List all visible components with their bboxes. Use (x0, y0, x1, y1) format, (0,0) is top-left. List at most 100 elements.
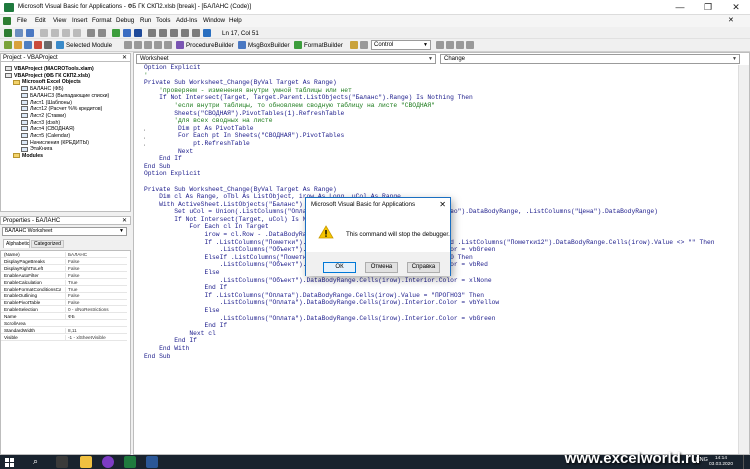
property-row[interactable]: EnableOutlining False (1, 293, 127, 300)
menu-format[interactable]: Format (89, 16, 115, 26)
menu-file[interactable]: File (14, 16, 30, 26)
tool-icon[interactable] (360, 41, 368, 49)
project-tree-item[interactable]: Лист1 (Шаблоны) (1, 100, 72, 107)
code-line[interactable]: Dim pt As PivotTable (144, 125, 744, 133)
msgbox-builder-button[interactable]: MsgBoxBuilder (248, 41, 290, 50)
property-row[interactable]: DisplayPageBreaks False (1, 258, 127, 266)
property-value[interactable]: ФБ (65, 314, 127, 321)
project-tree-item[interactable]: VBAProject (ФБ ГК СКП2.xlsb) (1, 73, 90, 80)
object-combo[interactable]: Worksheet ▼ (136, 54, 436, 64)
property-value[interactable]: False (65, 272, 127, 279)
project-tree-item[interactable]: Начисления (КРЕДИТЫ) (1, 140, 89, 147)
property-row[interactable]: Name ФБ (1, 314, 127, 321)
property-value[interactable]: -1 - xlSheetVisible (65, 334, 127, 341)
properties-object-combo[interactable]: БАЛАНС Worksheet ▼ (2, 227, 127, 236)
code-line[interactable]: If .ListColumns("Оплата").DataBodyRange.… (144, 292, 744, 300)
format-builder-button[interactable]: FormatBuilder (304, 41, 343, 50)
tool-icon[interactable] (124, 41, 132, 49)
close-window-button[interactable]: ✕ (722, 0, 750, 15)
code-line[interactable]: Next cl (144, 330, 744, 338)
tool-icon[interactable] (350, 41, 358, 49)
menu-help[interactable]: Help (226, 16, 245, 26)
property-value[interactable]: 0 - xlNoRestrictions (65, 307, 127, 314)
property-value[interactable]: False (65, 265, 127, 272)
object-browser-icon[interactable] (181, 29, 189, 37)
menu-window[interactable]: Window (200, 16, 228, 26)
menu-add-ins[interactable]: Add-Ins (173, 16, 200, 26)
tool-icon[interactable] (34, 41, 42, 49)
tool-icon[interactable] (164, 41, 172, 49)
property-row[interactable]: EnableAutoFilter False (1, 272, 127, 279)
menu-debug[interactable]: Debug (113, 16, 137, 26)
menu-edit[interactable]: Edit (32, 16, 49, 26)
windows-start-icon[interactable] (5, 458, 14, 467)
undo-icon[interactable] (87, 29, 95, 37)
property-value[interactable]: 8,11 (65, 327, 127, 334)
tool-icon[interactable] (134, 41, 142, 49)
tool-icon[interactable] (446, 41, 454, 49)
code-line[interactable]: End If (144, 284, 744, 292)
property-row[interactable]: EnableCalculation True (1, 279, 127, 286)
code-line[interactable]: 'если внутри таблицы, то обновляем сводн… (144, 102, 744, 110)
code-line[interactable]: End With (144, 345, 744, 353)
dialog-close-button[interactable]: ✕ (439, 200, 446, 209)
tab-alphabetic[interactable]: Alphabetic (3, 239, 30, 248)
project-tree-item[interactable]: Лист12 (Расчет %% кредитов) (1, 106, 102, 113)
code-line[interactable]: Else (144, 307, 744, 315)
code-line[interactable]: End If (144, 155, 744, 163)
properties-window-icon[interactable] (170, 29, 178, 37)
code-line[interactable]: Next (144, 148, 744, 156)
property-value[interactable]: БАЛАНС (65, 252, 127, 258)
procedure-combo[interactable]: Change ▼ (440, 54, 740, 64)
code-line[interactable]: If Not Intersect(Target, Target.Parent.L… (144, 94, 744, 102)
project-tree-item[interactable]: Modules (1, 153, 43, 160)
property-value[interactable]: False (65, 258, 127, 265)
help-button[interactable]: Справка (407, 262, 440, 273)
excel-taskbar-icon[interactable] (124, 456, 136, 468)
code-line[interactable]: End Sub (144, 163, 744, 171)
project-tree-item[interactable]: Лист2 (Ставки) (1, 113, 66, 120)
cancel-button[interactable]: Отмена (365, 262, 398, 273)
procedure-builder-icon[interactable] (176, 41, 184, 49)
tool-icon[interactable] (456, 41, 464, 49)
code-line[interactable]: End If (144, 322, 744, 330)
help-icon[interactable] (203, 29, 211, 37)
close-code-window-icon[interactable]: ✕ (728, 16, 734, 24)
menu-tools[interactable]: Tools (153, 16, 173, 26)
minimize-button[interactable]: — (666, 0, 694, 15)
file-explorer-icon[interactable] (80, 456, 92, 468)
code-line[interactable]: Option Explicit (144, 64, 744, 72)
project-tree-item[interactable]: Лист4 (СВОДНАЯ) (1, 126, 74, 133)
code-line[interactable]: Private Sub Worksheet_Change(ByVal Targe… (144, 186, 744, 194)
procedure-builder-button[interactable]: ProcedureBuilder (186, 41, 234, 50)
menu-view[interactable]: View (50, 16, 69, 26)
task-view-icon[interactable] (56, 456, 68, 468)
project-tree-item[interactable]: БАЛАНС3 (Выпадающие списки) (1, 93, 109, 100)
tool-icon[interactable] (4, 41, 12, 49)
viber-icon[interactable] (102, 456, 114, 468)
format-builder-icon[interactable] (294, 41, 302, 49)
property-row[interactable]: Visible -1 - xlSheetVisible (1, 334, 127, 341)
project-tree-item[interactable]: БАЛАНС (ФБ) (1, 86, 63, 93)
tool-icon[interactable] (44, 41, 52, 49)
save-icon[interactable] (26, 29, 34, 37)
cut-icon[interactable] (40, 29, 48, 37)
code-line[interactable]: ' (144, 72, 744, 80)
tool-icon[interactable] (436, 41, 444, 49)
code-line[interactable] (144, 178, 744, 186)
copy-icon[interactable] (51, 29, 59, 37)
code-line[interactable]: Option Explicit (144, 170, 744, 178)
code-line[interactable]: For Each pt In Sheets("СВОДНАЯ").PivotTa… (144, 132, 744, 140)
code-line[interactable]: End If (144, 337, 744, 345)
project-tree-item[interactable]: Лист5 (Calendar) (1, 133, 70, 140)
code-line[interactable]: Private Sub Worksheet_Change(ByVal Targe… (144, 79, 744, 87)
close-icon[interactable]: ✕ (122, 217, 127, 226)
project-tree-item[interactable]: VBAProject (MACROTools.xlam) (1, 66, 94, 73)
design-mode-icon[interactable] (148, 29, 156, 37)
code-line[interactable]: 'для всех сводных на листе (144, 117, 744, 125)
paste-icon[interactable] (62, 29, 70, 37)
view-excel-icon[interactable] (4, 29, 12, 37)
code-line[interactable]: 'проверяем - изменения внутри умной табл… (144, 87, 744, 95)
property-value[interactable]: True (65, 279, 127, 286)
project-tree-item[interactable]: ЭтаКнига (1, 146, 52, 153)
